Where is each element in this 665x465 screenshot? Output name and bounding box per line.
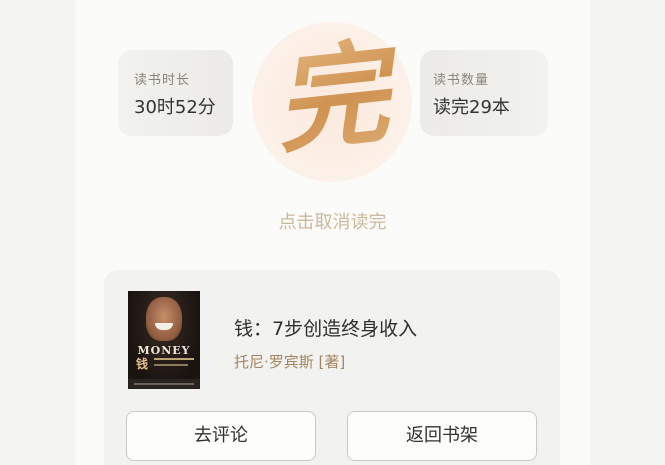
book-title[interactable]: 钱：7步创造终身收入: [234, 314, 417, 341]
reading-time-label: 读书时长: [134, 73, 191, 88]
cover-subtitle-line: [154, 358, 194, 360]
cover-portrait: [146, 297, 182, 341]
cover-cn-title: 钱: [136, 357, 149, 371]
book-count-value: 读完29本: [433, 97, 510, 118]
book-cover[interactable]: MONEY 钱: [128, 291, 200, 389]
cover-subtitle-line: [154, 364, 188, 366]
cover-footer: [128, 379, 200, 389]
book-author: 托尼·罗宾斯 [著]: [234, 353, 346, 371]
reading-time-value: 30时52分: [134, 97, 216, 118]
finished-badge-char: 完: [244, 16, 420, 192]
back-to-shelf-button[interactable]: 返回书架: [347, 411, 537, 461]
finished-badge[interactable]: 完: [252, 22, 412, 182]
cancel-finished-link[interactable]: 点击取消读完: [0, 208, 665, 234]
review-button[interactable]: 去评论: [126, 411, 316, 461]
book-count-label: 读书数量: [433, 73, 490, 88]
